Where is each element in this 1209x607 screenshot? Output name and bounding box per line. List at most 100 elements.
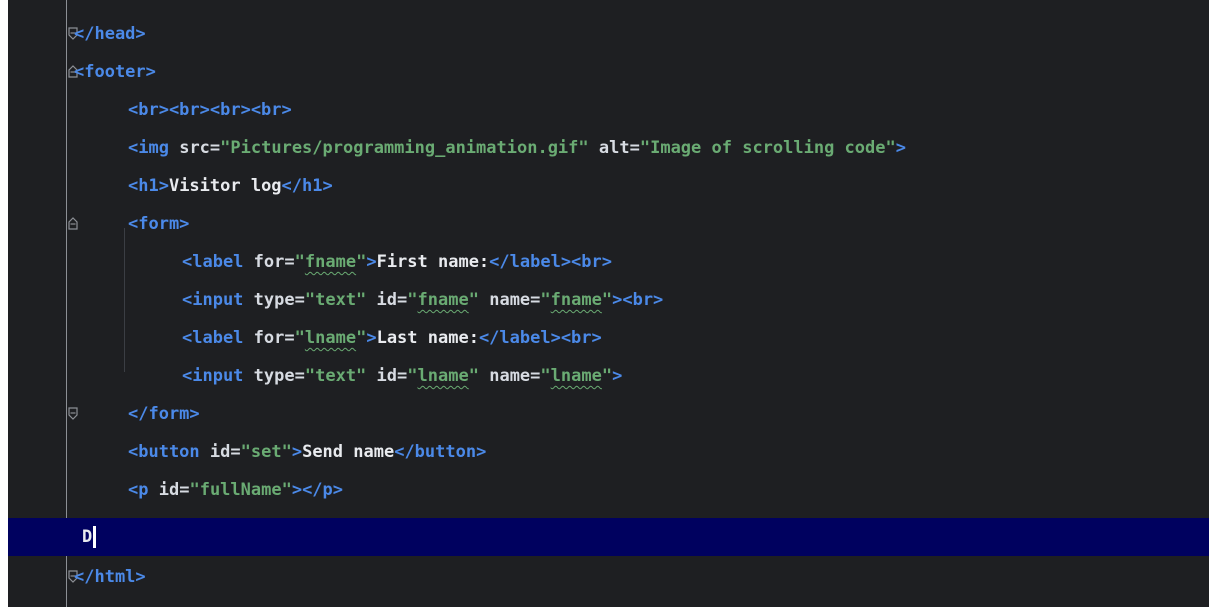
code-text: First name: [376, 252, 490, 272]
code-text: Visitor log [168, 176, 282, 196]
code-content: <label for="lname">Last name:</label><br… [182, 319, 602, 357]
code-string: " [356, 252, 367, 272]
code-string: lname [550, 366, 602, 386]
code-string: "text" [304, 366, 367, 386]
code-tag: <button [128, 442, 200, 462]
code-string: " [356, 328, 367, 348]
code-line[interactable]: <h1>Visitor log</h1> [8, 167, 1209, 205]
window-edge [0, 0, 8, 607]
code-line[interactable]: <input type="text" id="lname" name="lnam… [8, 357, 1209, 395]
code-string: lname [417, 366, 469, 386]
code-string: "set" [240, 442, 292, 462]
code-attribute: id [158, 480, 180, 500]
code-string: "Pictures/programming_animation.gif" [220, 138, 589, 158]
code-attribute: id [209, 442, 231, 462]
code-editor[interactable]: </head> <footer> <br><br><br><br> <img s… [0, 0, 1209, 607]
code-tag: </label><br> [478, 328, 602, 348]
code-tag: <input [182, 290, 244, 310]
code-tag: </html> [74, 567, 146, 587]
code-line[interactable]: <button id="set">Send name</button> [8, 433, 1209, 471]
current-line[interactable]: D [8, 518, 1209, 556]
code-tag: </head> [74, 24, 146, 44]
code-content: <p id="fullName"></p> [128, 471, 343, 509]
code-tag: <footer> [74, 62, 156, 82]
code-string: " [601, 290, 613, 310]
code-string: lname [304, 328, 357, 348]
code-equals: = [294, 366, 305, 386]
code-line[interactable]: </html> [8, 558, 1209, 596]
code-tag: ><br> [612, 290, 664, 310]
code-string: " [601, 366, 613, 386]
code-equals: = [397, 290, 408, 310]
code-content: <h1>Visitor log</h1> [128, 167, 333, 205]
code-attribute: name [489, 290, 531, 310]
code-attribute: type [253, 290, 295, 310]
code-tag: </form> [128, 404, 200, 424]
code-string: fname [417, 290, 469, 310]
fold-start-icon[interactable] [68, 217, 78, 230]
code-content: D [82, 518, 97, 556]
code-equals: = [284, 328, 295, 348]
code-tag: </h1> [281, 176, 333, 196]
code-tag: > [612, 366, 623, 386]
code-content: <input type="text" id="lname" name="lnam… [182, 357, 622, 395]
code-string: " [540, 290, 551, 310]
code-attribute: type [253, 366, 295, 386]
code-equals: = [629, 138, 640, 158]
code-equals: = [530, 366, 541, 386]
code-line[interactable]: </form> [8, 395, 1209, 433]
code-content: <button id="set">Send name</button> [128, 433, 486, 471]
code-string: "text" [304, 290, 367, 310]
code-line[interactable]: <img src="Pictures/programming_animation… [8, 129, 1209, 167]
code-equals: = [397, 366, 408, 386]
code-line[interactable]: <footer> [8, 53, 1209, 91]
code-tag: <input [182, 366, 244, 386]
code-tag: > [291, 442, 303, 462]
code-equals: = [530, 290, 541, 310]
code-content: <label for="fname">First name:</label><b… [182, 243, 612, 281]
code-line[interactable]: <input type="text" id="fname" name="fnam… [8, 281, 1209, 319]
code-tag: > [366, 252, 377, 272]
code-attribute: alt [598, 138, 630, 158]
code-attribute: id [376, 290, 398, 310]
code-string: " [294, 252, 305, 272]
code-tag: </button> [394, 442, 487, 462]
code-line[interactable]: </head> [8, 15, 1209, 53]
code-line[interactable]: <p id="fullName"></p> [8, 471, 1209, 509]
code-tag: <label [182, 328, 244, 348]
code-tag: <br><br><br><br> [128, 100, 292, 120]
code-string: " [407, 290, 418, 310]
code-line[interactable]: <label for="fname">First name:</label><b… [8, 243, 1209, 281]
code-attribute: src [179, 138, 210, 158]
code-tag: > [366, 328, 377, 348]
code-string: "fullName" [189, 480, 292, 500]
code-string: fname [550, 290, 602, 310]
code-equals: = [284, 252, 295, 272]
text-caret [93, 526, 97, 548]
code-tag: ></p> [291, 480, 344, 500]
code-attribute: id [376, 366, 398, 386]
code-tag: <p [128, 480, 149, 500]
fold-end-icon[interactable] [68, 407, 78, 420]
code-text: Send name [302, 442, 395, 462]
code-attribute: for [253, 252, 285, 272]
code-tag: </label><br> [489, 252, 612, 272]
code-attribute: for [253, 328, 285, 348]
code-equals: = [294, 290, 305, 310]
code-equals: = [209, 138, 221, 158]
code-equals: = [230, 442, 241, 462]
code-string: "Image of scrolling code" [639, 138, 896, 158]
code-line[interactable]: <label for="lname">Last name:</label><br… [8, 319, 1209, 357]
code-tag: <form> [128, 214, 190, 234]
code-string: " [407, 366, 418, 386]
code-string: fname [304, 252, 357, 272]
code-attribute: name [489, 366, 531, 386]
code-content: <input type="text" id="fname" name="fnam… [182, 281, 663, 319]
code-tag: <img [128, 138, 169, 158]
code-text: Last name: [376, 328, 479, 348]
code-content: <img src="Pictures/programming_animation… [128, 129, 906, 167]
code-string: " [468, 290, 479, 310]
code-string: " [468, 366, 479, 386]
code-line[interactable]: <form> [8, 205, 1209, 243]
code-line[interactable]: <br><br><br><br> [8, 91, 1209, 129]
